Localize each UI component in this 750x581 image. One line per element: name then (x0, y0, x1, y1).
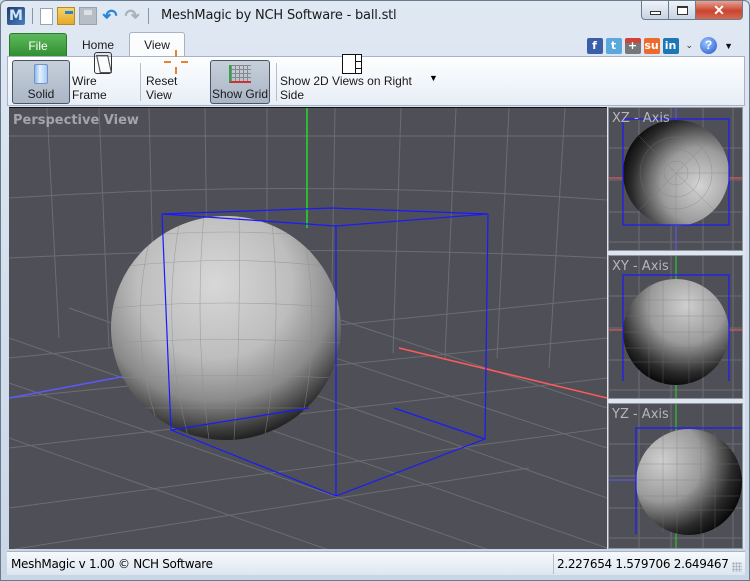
viewport-label: Perspective View (13, 113, 139, 128)
wire-frame-icon (94, 52, 112, 74)
maximize-icon (676, 5, 688, 15)
xy-axis-label: XY - Axis (612, 259, 669, 274)
solid-button[interactable]: Solid (12, 60, 70, 104)
solid-icon (34, 64, 48, 84)
help-icon[interactable]: ? (700, 37, 718, 54)
show-grid-label: Show Grid (211, 87, 269, 101)
xy-axis-view[interactable]: XY - Axis (608, 255, 743, 399)
grid-icon (229, 65, 251, 83)
facebook-icon[interactable]: f (586, 37, 603, 54)
stumbleupon-icon[interactable]: su (643, 37, 660, 54)
app-window: M ↶ ↷ MeshMagic by NCH Software - ball.s… (0, 0, 750, 581)
xz-axis-view[interactable]: XZ - Axis (608, 107, 743, 251)
open-file-icon[interactable] (57, 7, 75, 25)
minimize-icon (649, 11, 661, 15)
ribbon-overflow-icon[interactable]: ▼ (429, 73, 438, 83)
google-plus-icon[interactable]: + (624, 37, 641, 54)
close-button[interactable]: ✕ (696, 1, 743, 20)
social-links: f t + su in ⌄ ? ▼ (586, 37, 733, 54)
show-grid-button[interactable]: Show Grid (210, 60, 270, 104)
perspective-viewport[interactable]: Perspective View (9, 107, 607, 549)
app-icon[interactable]: M (7, 7, 25, 25)
close-icon: ✕ (713, 1, 725, 18)
maximize-button[interactable] (669, 1, 696, 20)
yz-canvas: YZ - Axis (609, 404, 742, 548)
window-title: MeshMagic by NCH Software - ball.stl (161, 8, 397, 23)
separator (140, 63, 141, 101)
show-2d-views-button[interactable]: Show 2D Views on Right Side (280, 54, 424, 104)
xy-canvas: XY - Axis (609, 256, 742, 398)
minimize-button[interactable] (641, 1, 669, 20)
show-2d-views-label: Show 2D Views on Right Side (280, 74, 412, 102)
new-file-icon[interactable] (40, 7, 53, 25)
help-dropdown-icon[interactable]: ▼ (724, 41, 733, 51)
side-views-panel: XZ - Axis XY - Axis YZ - Axis (607, 107, 745, 549)
split-view-icon (342, 54, 362, 74)
solid-label: Solid (27, 87, 55, 101)
window-controls: ✕ (641, 1, 743, 20)
xz-canvas: XZ - Axis (609, 108, 742, 250)
separator (276, 63, 277, 101)
status-coordinates: 2.227654 1.579706 2.649467 (557, 557, 729, 571)
status-app-info: MeshMagic v 1.00 © NCH Software (11, 557, 213, 571)
tab-file[interactable]: File (9, 33, 67, 57)
yz-axis-view[interactable]: YZ - Axis (608, 403, 743, 549)
redo-icon[interactable]: ↷ (123, 7, 141, 25)
perspective-canvas[interactable]: Perspective View (9, 108, 607, 549)
save-icon[interactable] (79, 7, 97, 25)
more-chevron-icon[interactable]: ⌄ (686, 40, 694, 51)
separator (148, 8, 149, 24)
yz-axis-label: YZ - Axis (611, 407, 669, 422)
sphere-mesh (111, 216, 341, 440)
resize-grip[interactable] (732, 562, 742, 572)
undo-icon[interactable]: ↶ (101, 7, 119, 25)
status-bar: MeshMagic v 1.00 © NCH Software 2.227654… (7, 551, 745, 575)
xz-axis-label: XZ - Axis (612, 111, 670, 126)
reset-view-label: Reset View (146, 74, 178, 102)
ribbon-panel: Solid Wire Frame Reset View Show Grid Sh… (7, 50, 745, 106)
twitter-icon[interactable]: t (605, 37, 622, 54)
wire-frame-button[interactable]: Wire Frame (72, 52, 134, 104)
reset-view-button[interactable]: Reset View (146, 50, 206, 104)
reset-view-icon (164, 50, 188, 74)
linkedin-icon[interactable]: in (662, 37, 679, 54)
wire-frame-label: Wire Frame (72, 74, 107, 102)
separator (32, 8, 33, 24)
quick-access-toolbar: M ↶ ↷ (7, 6, 152, 26)
separator (553, 554, 554, 574)
title-bar: M ↶ ↷ MeshMagic by NCH Software - ball.s… (1, 1, 749, 31)
